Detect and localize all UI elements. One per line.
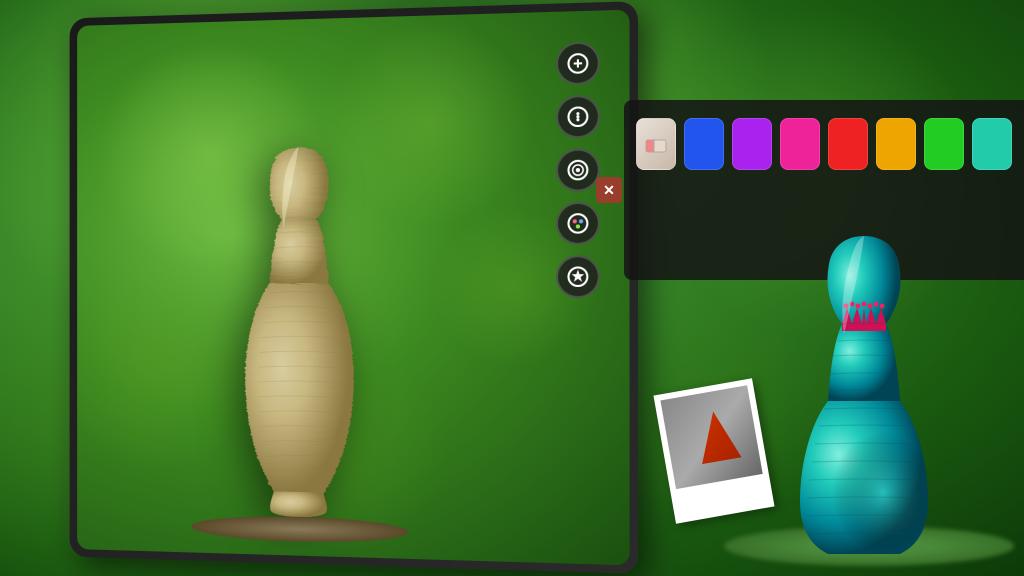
tablet-left	[70, 1, 638, 574]
teal-vase-container	[734, 226, 994, 556]
clear-icon	[556, 41, 600, 85]
toolbar	[542, 41, 613, 300]
green-swatch[interactable]	[924, 118, 964, 170]
brushes-icon	[556, 148, 600, 192]
close-button[interactable]: ✕	[596, 177, 622, 203]
purple-swatch[interactable]	[732, 118, 772, 170]
vase-container	[124, 75, 479, 542]
pink-swatch[interactable]	[780, 118, 820, 170]
clear-button[interactable]	[556, 41, 600, 87]
colours-button[interactable]	[556, 202, 600, 247]
teal-swatch[interactable]	[972, 118, 1012, 170]
colours-icon	[556, 202, 600, 245]
menu-button[interactable]	[556, 95, 600, 141]
clay-vase	[201, 137, 398, 539]
ornament-button[interactable]	[556, 255, 600, 300]
orange-swatch[interactable]	[876, 118, 916, 170]
colour-swatches-row	[636, 118, 1012, 170]
tablet-screen	[77, 10, 629, 566]
blue-swatch[interactable]	[684, 118, 724, 170]
ornament-icon	[556, 255, 600, 298]
brushes-button[interactable]	[556, 148, 600, 194]
menu-icon	[556, 95, 600, 139]
eraser-swatch[interactable]	[636, 118, 676, 170]
red-swatch[interactable]	[828, 118, 868, 170]
